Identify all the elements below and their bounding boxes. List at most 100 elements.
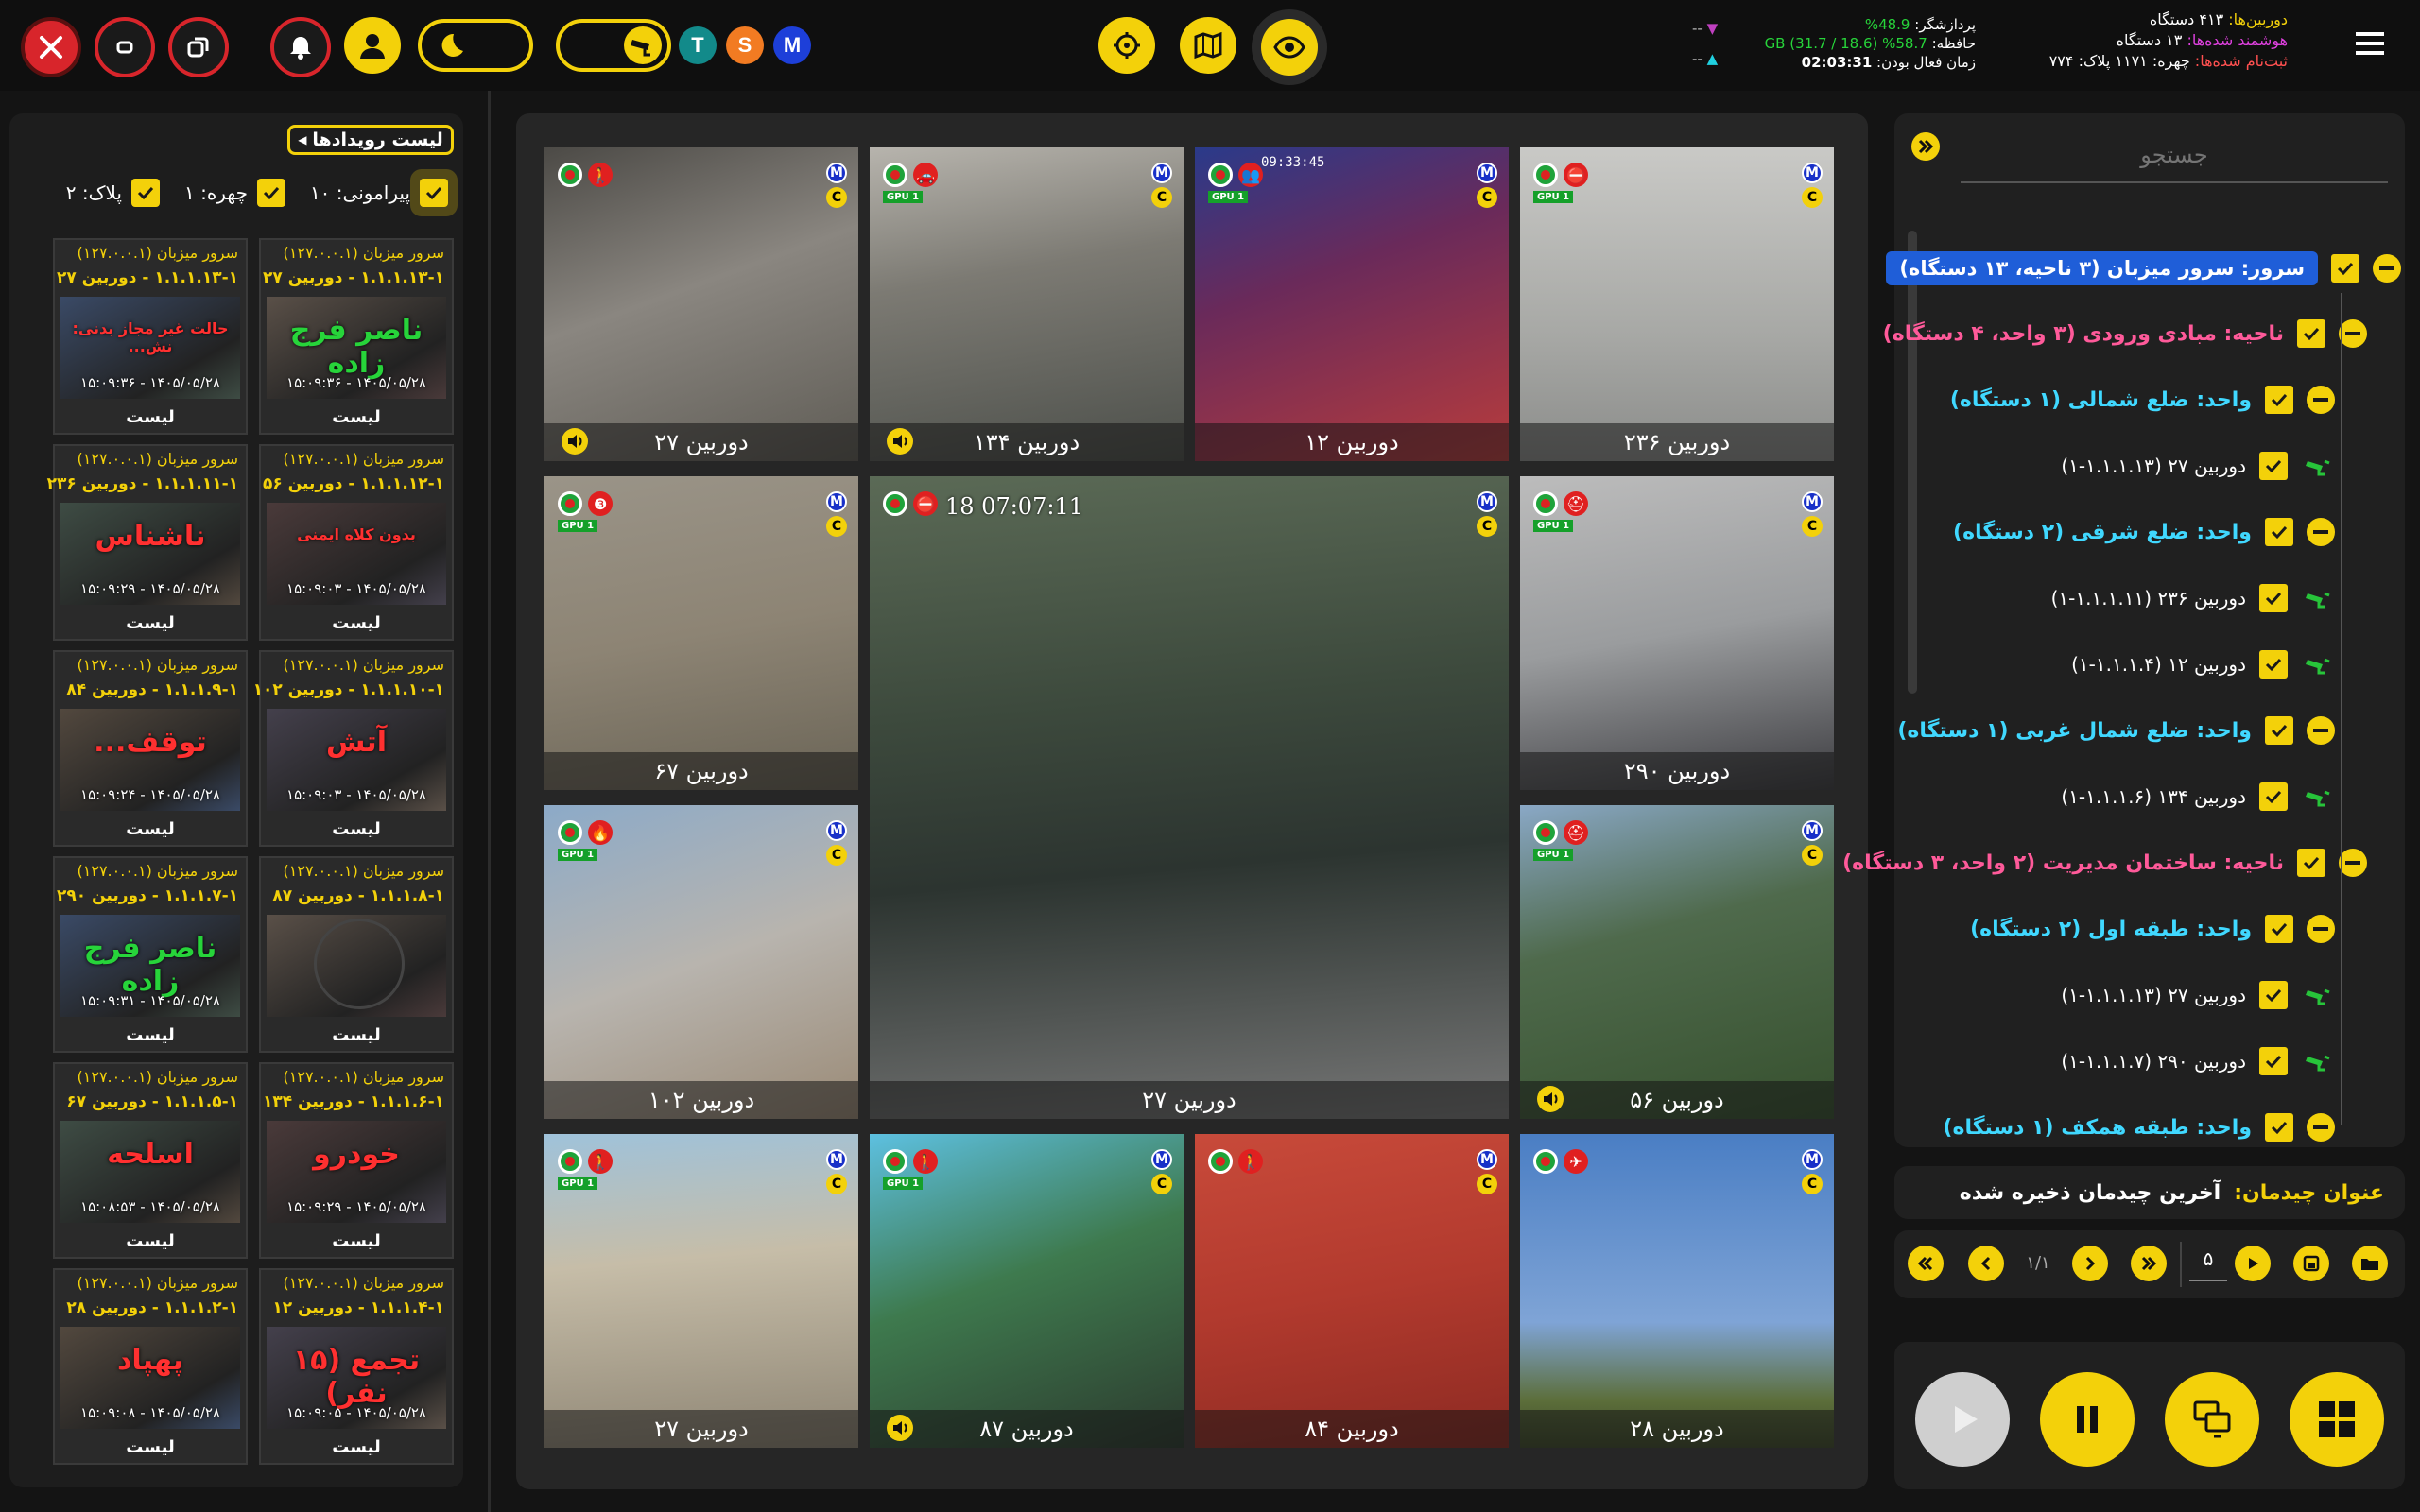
camera-tile[interactable]: 🚶 M C دوربین ۸۴ <box>1195 1134 1509 1448</box>
minimize-button[interactable] <box>95 17 155 77</box>
next-page-button[interactable] <box>2072 1246 2108 1281</box>
pause-button[interactable] <box>2040 1372 2135 1467</box>
speaker-icon[interactable] <box>1537 1086 1564 1112</box>
camera-tile[interactable]: ⛔ M C دوربین ۲۷ <box>870 476 1509 1119</box>
camera-tile[interactable]: 🚗 M C دوربین ۱۳۴ GPU 1 <box>870 147 1184 461</box>
event-card[interactable]: سرور میزبان (۱۲۷.۰.۰.۱) ۱.۱.۱.۲-۱ - دوربی… <box>53 1268 248 1465</box>
collapse-icon[interactable] <box>2307 518 2335 546</box>
live-view-button[interactable] <box>1252 9 1327 85</box>
record-icon[interactable] <box>1208 163 1233 187</box>
record-icon[interactable] <box>883 491 908 516</box>
speaker-icon[interactable] <box>887 428 913 455</box>
record-icon[interactable] <box>883 163 908 187</box>
event-list-link[interactable]: لیست <box>261 1025 452 1045</box>
record-icon[interactable] <box>558 820 582 845</box>
record-icon[interactable] <box>558 163 582 187</box>
check-icon[interactable] <box>2259 584 2288 612</box>
record-icon[interactable] <box>883 1149 908 1174</box>
play-button[interactable] <box>1915 1372 2010 1467</box>
camera-tile[interactable]: 🔥 M C دوربین ۱۰۲ GPU 1 <box>544 805 858 1119</box>
tree-camera-row[interactable]: دوربین ۲۹۰ (۱.۱.۱.۷-۱) <box>2061 1047 2335 1075</box>
filter-face[interactable]: چهره: ۱ <box>184 179 285 207</box>
event-list-link[interactable]: لیست <box>261 819 452 839</box>
switch-screen-button[interactable] <box>2165 1372 2259 1467</box>
collapse-icon[interactable] <box>2307 716 2335 745</box>
menu-button[interactable] <box>2356 30 2384 57</box>
record-icon[interactable] <box>558 1149 582 1174</box>
check-icon[interactable] <box>2259 452 2288 480</box>
collapse-icon[interactable] <box>2373 254 2401 283</box>
badge-m[interactable]: M <box>773 26 811 64</box>
save-layout-button[interactable] <box>2293 1246 2329 1281</box>
record-icon[interactable] <box>1208 1149 1233 1174</box>
event-card[interactable]: سرور میزبان (۱۲۷.۰.۰.۱) ۱.۱.۱.۹-۱ - دوربی… <box>53 650 248 847</box>
restore-button[interactable] <box>168 17 229 77</box>
camera-tile[interactable]: ❸ M C دوربین ۶۷ GPU 1 <box>544 476 858 790</box>
camera-tile[interactable]: ⛔ M C دوربین ۲۳۶ GPU 1 <box>1520 147 1834 461</box>
event-list-link[interactable]: لیست <box>55 407 246 427</box>
badge-t[interactable]: T <box>679 26 717 64</box>
map-button[interactable] <box>1180 17 1236 74</box>
user-button[interactable] <box>344 17 401 74</box>
tree-unit-row[interactable]: واحد: ضلع شمال غربی (۱ دستگاه) <box>1897 716 2335 745</box>
search-input[interactable] <box>1961 129 2388 183</box>
check-icon[interactable] <box>2259 981 2288 1009</box>
check-icon[interactable] <box>2265 518 2293 546</box>
camera-tile[interactable]: 🚶 M C دوربین ۸۷ GPU 1 <box>870 1134 1184 1448</box>
tree-unit-row[interactable]: واحد: طبقه همکف (۱ دستگاه) <box>1943 1113 2335 1142</box>
camera-tile[interactable]: ⛑ M C دوربین ۵۶ GPU 1 <box>1520 805 1834 1119</box>
event-list-link[interactable]: لیست <box>55 819 246 839</box>
event-list-link[interactable]: لیست <box>261 1231 452 1251</box>
event-card[interactable]: سرور میزبان (۱۲۷.۰.۰.۱) ۱.۱.۱.۱۰-۱ - دورب… <box>253 650 454 847</box>
check-icon[interactable] <box>2265 716 2293 745</box>
record-icon[interactable] <box>1533 163 1558 187</box>
event-list-link[interactable]: لیست <box>261 1437 452 1457</box>
check-icon[interactable] <box>2265 1113 2293 1142</box>
analytics-button[interactable] <box>1098 17 1155 74</box>
tree-region-row[interactable]: ناحیه: مبادی ورودی (۳ واحد، ۴ دستگاه) <box>1883 319 2367 348</box>
tree-unit-row[interactable]: واحد: طبقه اول (۲ دستگاه) <box>1970 915 2335 943</box>
speaker-icon[interactable] <box>887 1415 913 1441</box>
event-list-link[interactable]: لیست <box>55 1231 246 1251</box>
event-card[interactable]: سرور میزبان (۱۲۷.۰.۰.۱) ۱.۱.۱.۱۱-۱ - دورب… <box>47 444 248 641</box>
tree-region-row[interactable]: ناحیه: ساختمان مدیریت (۲ واحد، ۳ دستگاه) <box>1842 849 2367 877</box>
camera-toggle[interactable] <box>556 19 671 72</box>
event-card[interactable]: سرور میزبان (۱۲۷.۰.۰.۱) ۱.۱.۱.۶-۱ - دوربی… <box>259 1062 454 1259</box>
event-card[interactable]: سرور میزبان (۱۲۷.۰.۰.۱) ۱.۱.۱.۵-۱ - دوربی… <box>53 1062 248 1259</box>
tree-unit-row[interactable]: واحد: ضلع شمالی (۱ دستگاه) <box>1950 386 2335 414</box>
check-icon[interactable] <box>2259 650 2288 679</box>
event-list-link[interactable]: لیست <box>55 1437 246 1457</box>
tree-camera-row[interactable]: دوربین ۲۷ (۱.۱.۱.۱۳-۱) <box>2061 452 2335 480</box>
event-list-link[interactable]: لیست <box>261 407 452 427</box>
notifications-button[interactable] <box>270 17 331 77</box>
camera-tile[interactable]: ✈ M C دوربین ۲۸ <box>1520 1134 1834 1448</box>
camera-tile[interactable]: ⛑ M C دوربین ۲۹۰ GPU 1 <box>1520 476 1834 790</box>
collapse-icon[interactable] <box>2339 319 2367 348</box>
prev-page-button[interactable] <box>1968 1246 2004 1281</box>
event-card[interactable]: سرور میزبان (۱۲۷.۰.۰.۱) ۱.۱.۱.۸-۱ - دوربی… <box>259 856 454 1053</box>
speaker-icon[interactable] <box>562 428 588 455</box>
filter-perimeter[interactable]: پیرامونی: ۱۰ <box>310 179 448 207</box>
tree-collapse-button[interactable] <box>1911 132 1940 161</box>
event-list-link[interactable]: لیست <box>55 613 246 633</box>
event-card[interactable]: سرور میزبان (۱۲۷.۰.۰.۱) ۱.۱.۱.۱۲-۱ - دورب… <box>259 444 454 641</box>
check-icon[interactable] <box>2265 915 2293 943</box>
badge-s[interactable]: S <box>726 26 764 64</box>
play-tour-button[interactable] <box>2235 1246 2271 1281</box>
record-icon[interactable] <box>1533 820 1558 845</box>
event-card[interactable]: سرور میزبان (۱۲۷.۰.۰.۱) ۱.۱.۱.۴-۱ - دوربی… <box>259 1268 454 1465</box>
tree-camera-row[interactable]: دوربین ۱۳۴ (۱.۱.۱.۶-۱) <box>2061 782 2335 811</box>
filter-plate[interactable]: پلاک: ۲ <box>66 179 160 207</box>
check-icon[interactable] <box>2297 319 2325 348</box>
tree-scrollbar[interactable] <box>1908 231 1917 694</box>
check-icon[interactable] <box>2331 254 2360 283</box>
event-card[interactable]: سرور میزبان (۱۲۷.۰.۰.۱) ۱.۱.۱.۱۳-۱ - دورب… <box>53 238 248 435</box>
tree-camera-row[interactable]: دوربین ۲۳۶ (۱.۱.۱.۱۱-۱) <box>2051 584 2335 612</box>
collapse-icon[interactable] <box>2339 849 2367 877</box>
check-icon[interactable] <box>2297 849 2325 877</box>
event-list-link[interactable]: لیست <box>55 1025 246 1045</box>
camera-tile[interactable]: 🚶 M C دوربین ۲۷ <box>544 147 858 461</box>
layout-count-field[interactable]: ۵ <box>2189 1247 2227 1281</box>
tree-server-row[interactable]: سرور: سرور میزبان (۳ ناحیه، ۱۳ دستگاه) <box>1886 251 2401 285</box>
last-page-button[interactable] <box>2131 1246 2167 1281</box>
